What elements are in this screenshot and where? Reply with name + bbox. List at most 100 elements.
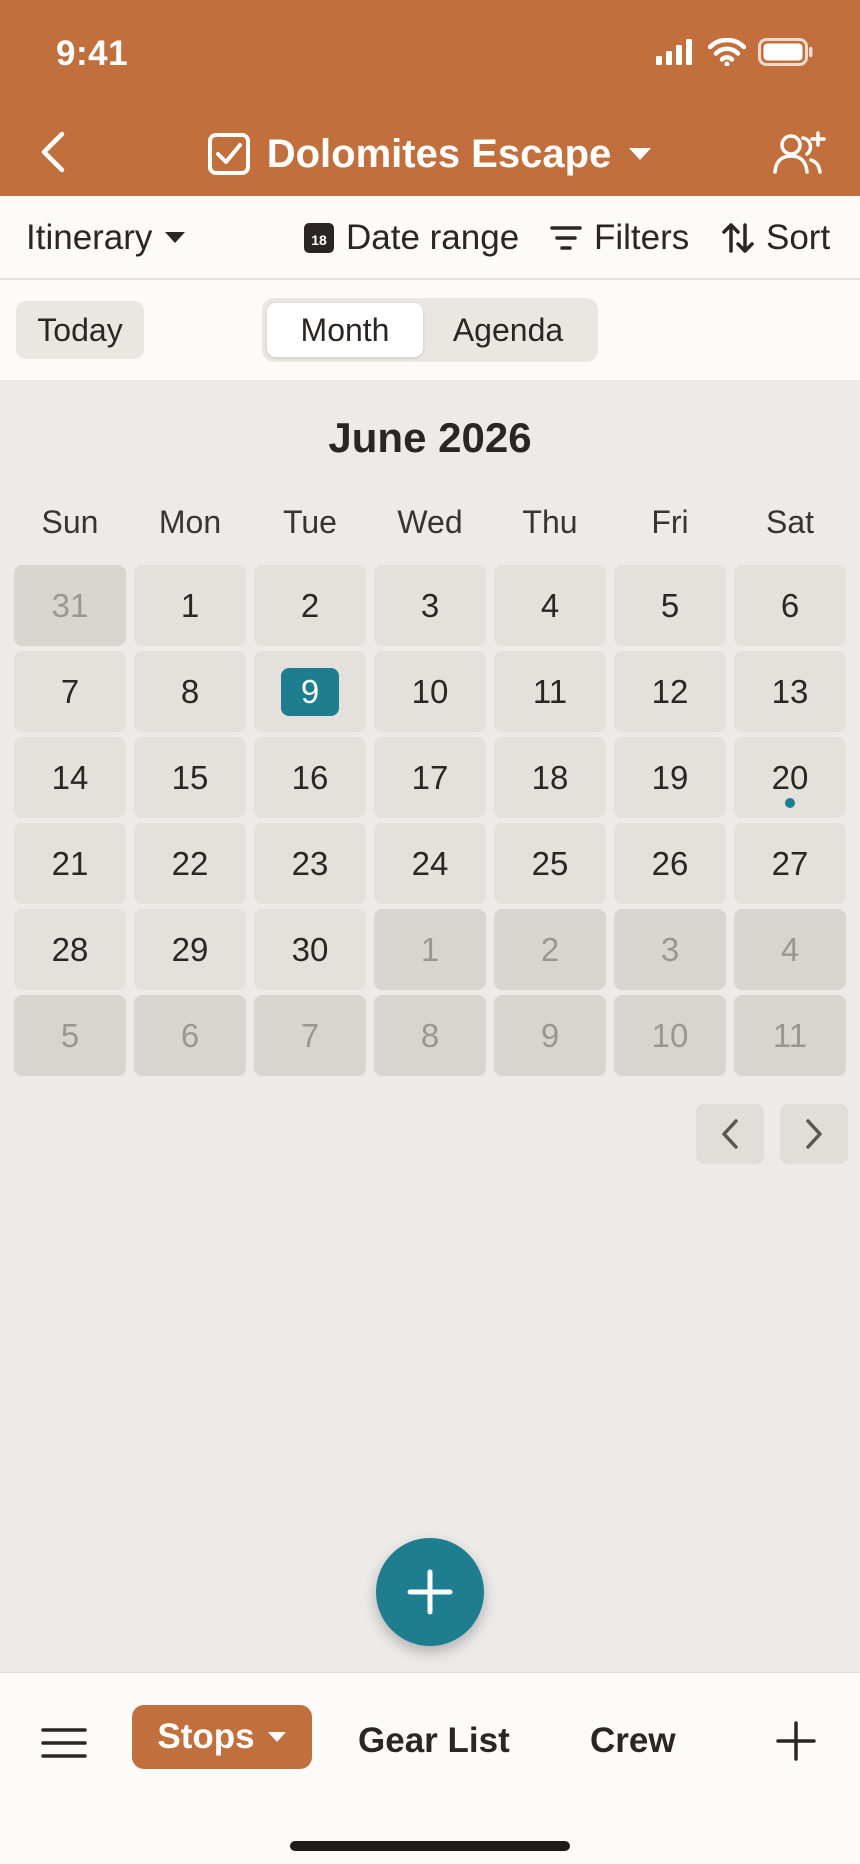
day-cell[interactable]: 20 [734,737,846,818]
day-cell[interactable]: 13 [734,651,846,732]
day-cell[interactable]: 15 [134,737,246,818]
tab-crew[interactable]: Crew [590,1721,676,1761]
day-cell[interactable]: 2 [494,909,606,990]
share-button[interactable] [772,126,828,182]
calendar-controls: Today Month Agenda [0,280,860,380]
day-cell[interactable]: 1 [374,909,486,990]
day-cell[interactable]: 11 [494,651,606,732]
day-number: 12 [651,672,689,710]
weekday-label: Fri [651,504,689,540]
bottom-tab-bar: Stops Gear List Crew [0,1672,860,1864]
sort-button[interactable]: Sort [722,216,830,260]
sort-label: Sort [766,218,831,257]
day-cell[interactable]: 24 [374,823,486,904]
day-number: 6 [780,586,800,624]
day-cell[interactable]: 2 [254,565,366,646]
day-cell[interactable]: 27 [734,823,846,904]
day-cell[interactable]: 11 [734,995,846,1076]
day-number: 29 [171,930,209,968]
today-button[interactable]: Today [16,301,144,359]
day-cell[interactable]: 17 [374,737,486,818]
day-cell[interactable]: 21 [14,823,126,904]
add-view-button[interactable] [770,1715,822,1767]
app-header: 9:41 Dolomites Escape [0,0,860,196]
day-cell[interactable]: 3 [614,909,726,990]
day-number: 18 [531,758,569,796]
day-cell[interactable]: 23 [254,823,366,904]
add-item-button[interactable] [376,1538,484,1646]
day-number: 26 [651,844,689,882]
day-cell[interactable]: 6 [134,995,246,1076]
day-number: 2 [300,586,320,624]
day-number: 22 [171,844,209,882]
day-number: 31 [51,586,89,624]
database-title-button[interactable]: Dolomites Escape [0,122,860,186]
home-indicator [290,1841,570,1851]
day-cell-today[interactable]: 9 [254,651,366,732]
day-number: 10 [411,672,449,710]
date-range-label: Date range [346,218,520,257]
day-cell[interactable]: 1 [134,565,246,646]
day-cell[interactable]: 31 [14,565,126,646]
day-cell[interactable]: 5 [14,995,126,1076]
weekday-label: Sat [765,504,815,540]
day-cell[interactable]: 25 [494,823,606,904]
tab-gear-list[interactable]: Gear List [358,1721,510,1761]
day-number: 2 [540,930,560,968]
day-cell[interactable]: 7 [254,995,366,1076]
day-cell[interactable]: 10 [614,995,726,1076]
day-cell[interactable]: 7 [14,651,126,732]
day-cell[interactable]: 8 [134,651,246,732]
caret-down-icon [165,232,186,243]
day-number: 4 [540,586,560,624]
agenda-view-option[interactable]: Agenda [423,303,593,357]
day-number: 25 [531,844,569,882]
tab-stops-label: Stops [157,1717,255,1756]
day-cell[interactable]: 29 [134,909,246,990]
day-cell[interactable]: 6 [734,565,846,646]
day-cell[interactable]: 22 [134,823,246,904]
day-number: 16 [291,758,329,796]
next-month-button[interactable] [780,1104,848,1164]
day-cell[interactable]: 10 [374,651,486,732]
day-cell[interactable]: 28 [14,909,126,990]
event-dot [785,798,795,808]
date-range-button[interactable]: 18 Date range [304,216,519,260]
day-cell[interactable]: 14 [14,737,126,818]
day-number: 7 [300,1016,320,1054]
weekday-header: Sun Mon Tue Wed Thu Fri Sat [14,504,846,541]
chevron-right-icon [806,1119,822,1149]
day-cell[interactable]: 19 [614,737,726,818]
day-number: 30 [291,930,329,968]
month-view-option[interactable]: Month [267,303,423,357]
day-cell[interactable]: 26 [614,823,726,904]
day-number: 3 [420,586,440,624]
day-number: 10 [651,1016,689,1054]
day-cell[interactable]: 4 [734,909,846,990]
menu-button[interactable] [40,1719,88,1767]
day-cell[interactable]: 5 [614,565,726,646]
filters-button[interactable]: Filters [550,216,689,260]
day-cell[interactable]: 12 [614,651,726,732]
month-title: June 2026 [328,414,532,461]
month-grid: 31 1 2 3 4 5 6 7 8 9 10 11 12 13 14 15 16 17 18 19 20 21 22 23 2… [14,565,846,1076]
day-number: 17 [411,758,449,796]
weekday-label: Thu [522,504,578,540]
day-cell[interactable]: 8 [374,995,486,1076]
day-number: 23 [291,844,329,882]
day-cell[interactable]: 4 [494,565,606,646]
weekday-label: Wed [397,504,463,540]
day-number: 3 [660,930,680,968]
caret-down-icon [629,148,652,160]
day-cell[interactable]: 9 [494,995,606,1076]
view-switcher[interactable]: Itinerary [26,216,186,260]
tab-stops[interactable]: Stops [132,1705,312,1769]
day-cell[interactable]: 3 [374,565,486,646]
day-number: 8 [180,672,200,710]
previous-month-button[interactable] [696,1104,764,1164]
day-cell[interactable]: 16 [254,737,366,818]
day-number: 8 [420,1016,440,1054]
day-cell[interactable]: 30 [254,909,366,990]
day-number: 4 [780,930,800,968]
day-cell[interactable]: 18 [494,737,606,818]
